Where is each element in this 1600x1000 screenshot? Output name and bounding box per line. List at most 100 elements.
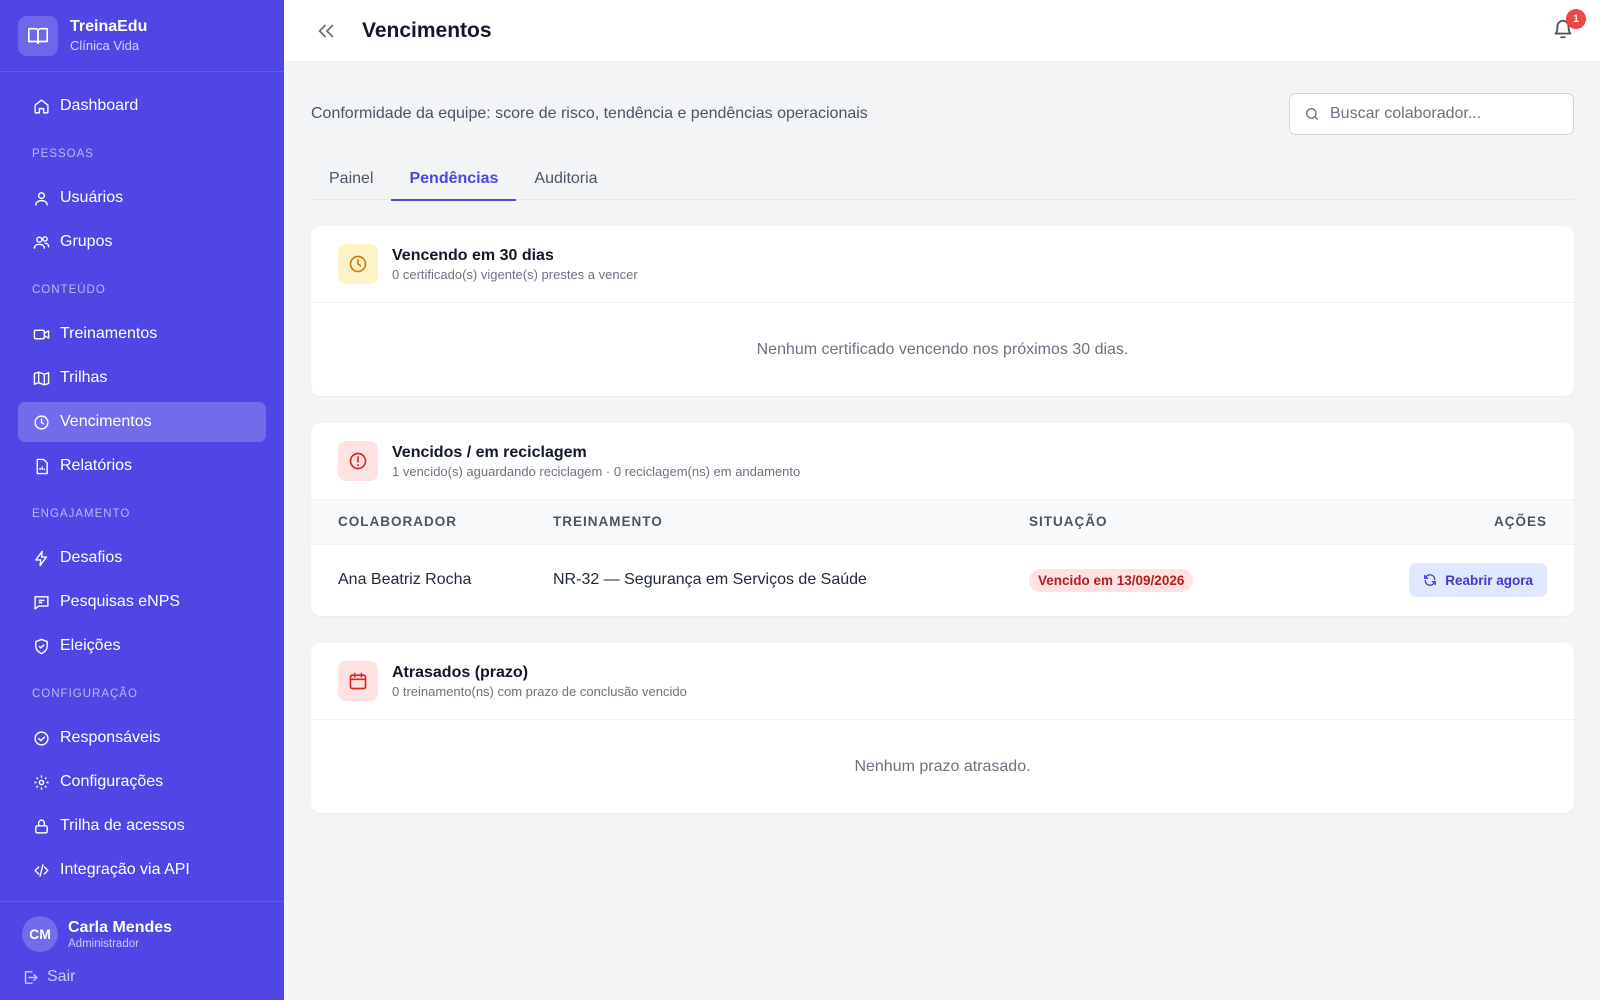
sidebar-item-desafios[interactable]: Desafios bbox=[18, 538, 266, 578]
cell-situacao: Vencido em 13/09/2026 bbox=[1029, 544, 1359, 616]
sidebar-item-responsaveis[interactable]: Responsáveis bbox=[18, 718, 266, 758]
subheader: Conformidade da equipe: score de risco, … bbox=[311, 62, 1574, 158]
video-icon bbox=[32, 325, 50, 343]
column-header-situacao[interactable]: SITUAÇÃO bbox=[1029, 500, 1359, 544]
sidebar-item-trilha-acessos[interactable]: Trilha de acessos bbox=[18, 806, 266, 846]
tab-painel[interactable]: Painel bbox=[311, 158, 391, 200]
brand-org: Clínica Vida bbox=[70, 37, 140, 53]
card-title: Vencidos / em reciclagem bbox=[392, 443, 587, 461]
sidebar-item-eleicoes[interactable]: Eleições bbox=[18, 626, 266, 666]
sidebar-item-label: Desafios bbox=[60, 549, 123, 566]
sidebar-item-label: Responsáveis bbox=[60, 729, 161, 746]
book-open-icon bbox=[18, 15, 58, 56]
topbar: Vencimentos 1 bbox=[284, 0, 1600, 62]
page-title: Vencimentos bbox=[362, 18, 492, 42]
user-role: Administrador bbox=[68, 938, 139, 950]
card-header: Vencendo em 30 dias 0 certificado(s) vig… bbox=[311, 226, 1574, 303]
sidebar-item-configuracoes[interactable]: Configurações bbox=[18, 762, 266, 802]
sidebar-item-label: Dashboard bbox=[60, 97, 139, 114]
reopen-button[interactable]: Reabrir agora bbox=[1409, 563, 1547, 598]
brand[interactable]: TreinaEdu Clínica Vida bbox=[0, 0, 284, 72]
sidebar: TreinaEdu Clínica Vida Dashboard PESSOAS… bbox=[0, 0, 284, 1000]
sidebar-item-grupos[interactable]: Grupos bbox=[18, 222, 266, 262]
page-subtitle: Conformidade da equipe: score de risco, … bbox=[311, 105, 868, 122]
section-conteudo: CONTEÚDO bbox=[32, 284, 106, 296]
code-icon bbox=[32, 861, 50, 879]
reopen-label: Reabrir agora bbox=[1445, 572, 1533, 588]
sidebar-item-label: Relatórios bbox=[60, 457, 133, 474]
sidebar-item-integracao[interactable]: Integração via API bbox=[18, 850, 266, 890]
search-input[interactable] bbox=[1330, 105, 1559, 123]
empty-state: Nenhum certificado vencendo nos próximos… bbox=[756, 340, 1129, 358]
clock-icon bbox=[32, 413, 50, 431]
expired-card: Vencidos / em reciclagem 1 vencido(s) ag… bbox=[311, 423, 1574, 616]
sidebar-item-label: Vencimentos bbox=[60, 413, 152, 430]
overdue-card: Atrasados (prazo) 0 treinamento(ns) com … bbox=[311, 643, 1574, 813]
sidebar-item-relatorios[interactable]: Relatórios bbox=[18, 446, 266, 486]
section-configuracao: CONFIGURAÇÃO bbox=[32, 688, 138, 700]
sidebar-item-label: Grupos bbox=[60, 233, 113, 250]
alert-circle-icon bbox=[338, 441, 378, 481]
table-header-row: COLABORADOR TREINAMENTO SITUAÇÃO AÇÕES bbox=[311, 500, 1574, 544]
table-row: Ana Beatriz Rocha NR-32 — Segurança em S… bbox=[311, 544, 1574, 616]
empty-state: Nenhum prazo atrasado. bbox=[854, 757, 1031, 775]
sidebar-item-label: Integração via API bbox=[60, 861, 190, 878]
sidebar-item-label: Usuários bbox=[60, 189, 124, 206]
sidebar-nav: Dashboard PESSOAS Usuários Grupos CONTEÚ… bbox=[0, 72, 284, 901]
sidebar-item-label: Treinamentos bbox=[60, 325, 158, 342]
sidebar-item-label: Trilhas bbox=[60, 369, 108, 386]
logout-label: Sair bbox=[47, 968, 76, 985]
sidebar-item-label: Trilha de acessos bbox=[60, 817, 185, 834]
card-title: Vencendo em 30 dias bbox=[392, 246, 554, 264]
section-engajamento: ENGAJAMENTO bbox=[32, 508, 131, 520]
sidebar-item-label: Pesquisas eNPS bbox=[60, 593, 181, 610]
sidebar-item-usuarios[interactable]: Usuários bbox=[18, 178, 266, 218]
section-pessoas: PESSOAS bbox=[32, 148, 94, 160]
search-icon bbox=[1304, 106, 1320, 122]
user-profile[interactable]: CM Carla Mendes Administrador bbox=[22, 916, 262, 952]
sidebar-item-treinamentos[interactable]: Treinamentos bbox=[18, 314, 266, 354]
users-icon bbox=[32, 233, 50, 251]
card-header: Vencidos / em reciclagem 1 vencido(s) ag… bbox=[311, 423, 1574, 500]
sidebar-item-dashboard[interactable]: Dashboard bbox=[18, 86, 266, 126]
status-badge: Vencido em 13/09/2026 bbox=[1029, 568, 1194, 592]
column-header-treinamento[interactable]: TREINAMENTO bbox=[553, 500, 1029, 544]
logout-button[interactable]: Sair bbox=[22, 968, 262, 986]
sidebar-item-label: Configurações bbox=[60, 773, 164, 790]
check-circle-icon bbox=[32, 729, 50, 747]
notifications-button[interactable]: 1 bbox=[1552, 9, 1586, 42]
tabs: Painel Pendências Auditoria bbox=[311, 158, 1574, 201]
cell-colaborador: Ana Beatriz Rocha bbox=[338, 571, 472, 589]
file-chart-icon bbox=[32, 457, 50, 475]
collapse-sidebar-button[interactable] bbox=[312, 17, 340, 45]
column-header-colaborador[interactable]: COLABORADOR bbox=[311, 500, 553, 544]
refresh-icon bbox=[1423, 573, 1437, 587]
shield-check-icon bbox=[32, 637, 50, 655]
clock-icon bbox=[338, 244, 378, 284]
search-box[interactable] bbox=[1289, 93, 1574, 135]
map-icon bbox=[32, 369, 50, 387]
avatar: CM bbox=[22, 916, 58, 952]
home-icon bbox=[32, 97, 50, 115]
tab-pendencias[interactable]: Pendências bbox=[391, 158, 517, 201]
card-header: Atrasados (prazo) 0 treinamento(ns) com … bbox=[311, 643, 1574, 720]
brand-name: TreinaEdu bbox=[70, 17, 148, 35]
sidebar-item-pesquisas[interactable]: Pesquisas eNPS bbox=[18, 582, 266, 622]
user-icon bbox=[32, 189, 50, 207]
page-content: Conformidade da equipe: score de risco, … bbox=[284, 62, 1600, 840]
chevrons-left-icon bbox=[318, 24, 334, 37]
calendar-icon bbox=[338, 661, 378, 701]
column-header-acoes: AÇÕES bbox=[1493, 514, 1547, 530]
sidebar-footer: CM Carla Mendes Administrador Sair bbox=[0, 901, 284, 1000]
card-title: Atrasados (prazo) bbox=[392, 663, 529, 681]
card-subtitle: 0 certificado(s) vigente(s) prestes a ve… bbox=[392, 266, 638, 282]
cell-treinamento: NR-32 — Segurança em Serviços de Saúde bbox=[553, 571, 867, 589]
log-out-icon bbox=[22, 969, 39, 986]
user-name: Carla Mendes bbox=[68, 919, 173, 936]
sidebar-item-trilhas[interactable]: Trilhas bbox=[18, 358, 266, 398]
zap-icon bbox=[32, 549, 50, 567]
gear-icon bbox=[32, 773, 50, 791]
notification-count-badge: 1 bbox=[1566, 9, 1586, 29]
tab-auditoria[interactable]: Auditoria bbox=[516, 158, 615, 200]
sidebar-item-vencimentos[interactable]: Vencimentos bbox=[18, 402, 266, 442]
